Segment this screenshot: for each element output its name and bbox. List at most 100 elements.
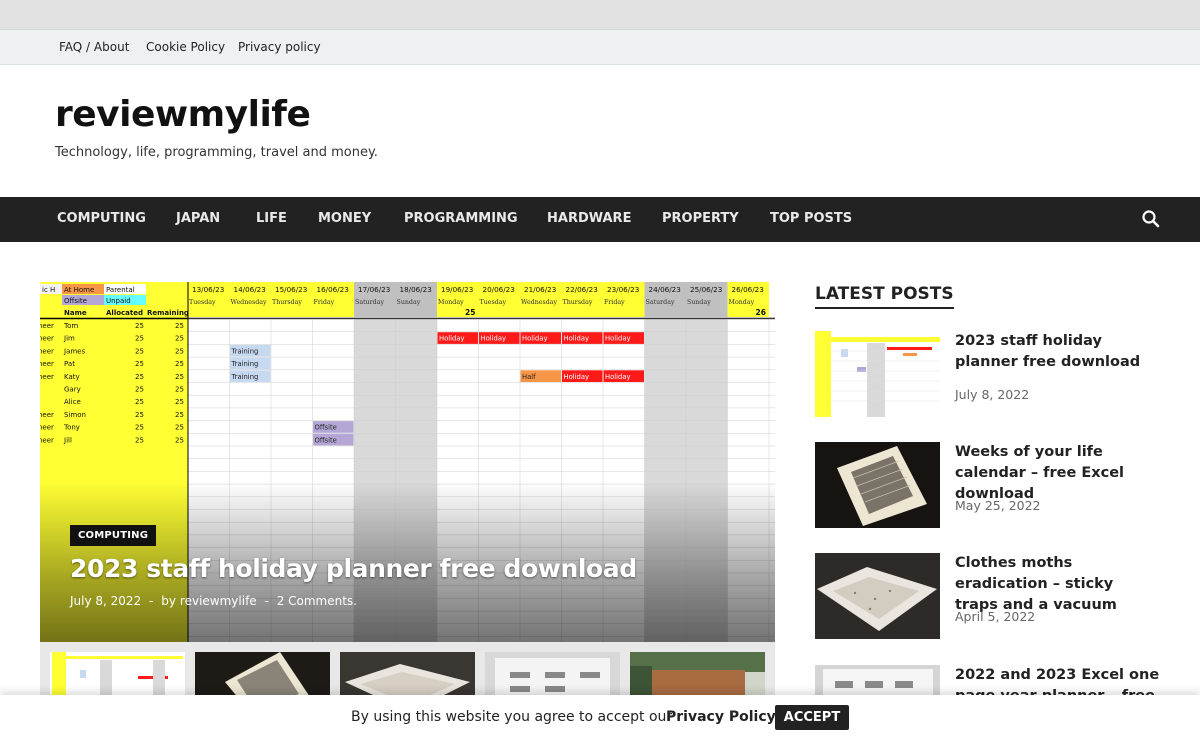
featured-post-comments[interactable]: 2 Comments. [277, 594, 357, 608]
staff-name: Jill [63, 436, 72, 444]
week-number: 26 [756, 308, 766, 317]
day-label: Wednesday [521, 299, 558, 306]
day-label: Thursday [272, 299, 302, 306]
cookie-notice-text: By using this website you agree to accep… [351, 709, 673, 725]
featured-thumbnail-strip [40, 642, 775, 702]
day-label: Monday [438, 299, 464, 306]
column-header: Allocated [106, 309, 143, 317]
column-header: Remaining [147, 309, 189, 317]
staff-name: James [63, 347, 85, 355]
staff-role: neer [40, 436, 54, 444]
booking-label: Training [231, 373, 259, 381]
legend-label: Offsite [64, 297, 87, 305]
staff-remaining: 25 [175, 386, 184, 394]
featured-post-author-prefix: by [161, 594, 176, 608]
staff-name: Katy [64, 373, 80, 381]
post-thumbnail-moth-traps[interactable] [815, 553, 940, 639]
cookie-privacy-policy-link[interactable]: Privacy Policy [666, 709, 776, 725]
booking-label: Holiday [439, 335, 465, 343]
staff-allocated: 25 [135, 386, 144, 394]
featured-category-badge[interactable]: COMPUTING [70, 525, 157, 546]
post-thumbnail-planner[interactable] [815, 331, 940, 417]
latest-post-title[interactable]: 2023 staff holiday planner free download [955, 331, 1160, 373]
staff-remaining: 25 [175, 347, 184, 355]
main-navigation: COMPUTING JAPAN LIFE MONEY PROGRAMMING H… [0, 197, 1200, 242]
nav-item-top-posts[interactable]: TOP POSTS [770, 211, 852, 226]
staff-allocated: 25 [135, 373, 144, 381]
booking-label: Offsite [315, 436, 337, 444]
staff-role: neer [40, 360, 54, 368]
staff-role: neer [40, 411, 54, 419]
staff-allocated: 25 [135, 360, 144, 368]
legend-label: ic H [42, 286, 55, 294]
staff-allocated: 25 [135, 347, 144, 355]
staff-remaining: 25 [175, 411, 184, 419]
date-label: 13/06/23 [192, 285, 224, 294]
day-label: Saturday [355, 299, 384, 306]
date-label: 22/06/23 [566, 285, 598, 294]
latest-post-title[interactable]: Clothes moths eradication – sticky traps… [955, 553, 1160, 616]
date-label: 25/06/23 [690, 285, 722, 294]
latest-post-title[interactable]: Weeks of your life calendar – free Excel… [955, 442, 1160, 505]
staff-name: Tom [63, 322, 78, 330]
staff-name: Tony [63, 424, 80, 432]
booking-label: Holiday [605, 335, 631, 343]
staff-remaining: 25 [175, 436, 184, 444]
staff-remaining: 25 [175, 335, 184, 343]
nav-item-hardware[interactable]: HARDWARE [547, 211, 631, 226]
staff-name: Alice [64, 398, 81, 406]
post-thumbnail-weeks-calendar[interactable] [815, 442, 940, 528]
staff-remaining: 25 [175, 360, 184, 368]
date-label: 18/06/23 [400, 285, 432, 294]
booking-label: Offsite [315, 424, 337, 432]
cookie-accept-button[interactable]: ACCEPT [775, 705, 849, 730]
staff-name: Pat [64, 360, 75, 368]
date-label: 21/06/23 [524, 285, 556, 294]
booking-label: Half [522, 373, 536, 381]
staff-role: neer [40, 424, 54, 432]
staff-role: neer [40, 373, 54, 381]
date-label: 20/06/23 [483, 285, 515, 294]
nav-item-computing[interactable]: COMPUTING [57, 211, 146, 226]
staff-allocated: 25 [135, 411, 144, 419]
date-label: 14/06/23 [234, 285, 266, 294]
featured-post-author[interactable]: reviewmylife [180, 594, 257, 608]
nav-item-programming[interactable]: PROGRAMMING [404, 211, 518, 226]
day-label: Tuesday [189, 299, 216, 306]
nav-item-life[interactable]: LIFE [256, 211, 287, 226]
day-label: Thursday [563, 299, 593, 306]
latest-post-item: Clothes moths eradication – sticky traps… [815, 553, 1160, 643]
date-label: 26/06/23 [732, 285, 764, 294]
search-icon[interactable] [1141, 209, 1161, 229]
day-label: Monday [729, 299, 755, 306]
booking-label: Training [231, 347, 259, 355]
featured-post-meta: July 8, 2022 - by reviewmylife - 2 Commen… [70, 594, 361, 608]
nav-item-property[interactable]: PROPERTY [662, 211, 739, 226]
staff-remaining: 25 [175, 424, 184, 432]
featured-post-title[interactable]: 2023 staff holiday planner free download [70, 554, 637, 583]
day-label: Sunday [397, 299, 421, 306]
nav-item-money[interactable]: MONEY [318, 211, 371, 226]
date-label: 15/06/23 [275, 285, 307, 294]
latest-posts-heading: LATEST POSTS [815, 284, 954, 309]
column-header: Name [64, 309, 87, 317]
legend-label: At Home [64, 286, 94, 294]
featured-post-date[interactable]: July 8, 2022 [70, 594, 141, 608]
nav-item-japan[interactable]: JAPAN [176, 211, 220, 226]
site-title[interactable]: reviewmylife [55, 94, 311, 135]
booking-label: Holiday [564, 335, 590, 343]
week-number: 25 [465, 308, 475, 317]
booking-label: Training [231, 360, 259, 368]
day-label: Sunday [687, 299, 711, 306]
featured-post[interactable]: 13/06/23 Tuesday 14/06/23 Wednesday 15/06/23… [40, 282, 775, 642]
date-label: 16/06/23 [317, 285, 349, 294]
staff-name: Jim [63, 335, 75, 343]
day-label: Friday [314, 299, 335, 306]
privacy-policy-link[interactable]: Privacy policy [238, 40, 321, 54]
staff-allocated: 25 [135, 335, 144, 343]
day-label: Wednesday [231, 299, 268, 306]
legend-label: Parental [106, 286, 135, 294]
faq-about-link[interactable]: FAQ / About [59, 40, 129, 54]
cookie-policy-link[interactable]: Cookie Policy [146, 40, 225, 54]
latest-post-date: July 8, 2022 [955, 387, 1030, 402]
